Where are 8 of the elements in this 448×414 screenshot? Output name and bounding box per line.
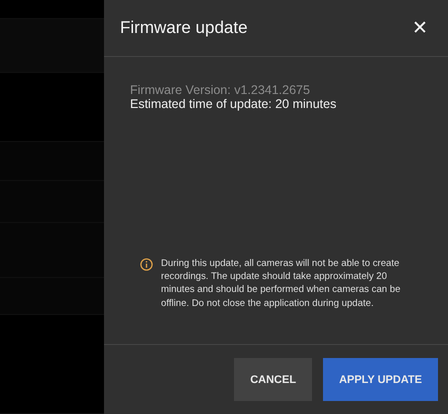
- close-button[interactable]: ✕: [408, 16, 432, 40]
- cancel-button[interactable]: CANCEL: [234, 358, 312, 401]
- info-icon: [140, 258, 153, 271]
- detail-text: Estimated time of update: 20 minutes: [130, 97, 338, 111]
- warning-text: During this update, all cameras will not be able to create recordings. The update should take approximately 20 minutes and should be performed when cameras can be offline. Do not close the application during update.: [161, 256, 402, 310]
- apply-button[interactable]: APPLY UPDATE: [323, 358, 438, 401]
- dialog-title: Firmware update: [120, 18, 248, 38]
- version-text: Firmware Version: v1.2341.2675: [130, 83, 311, 97]
